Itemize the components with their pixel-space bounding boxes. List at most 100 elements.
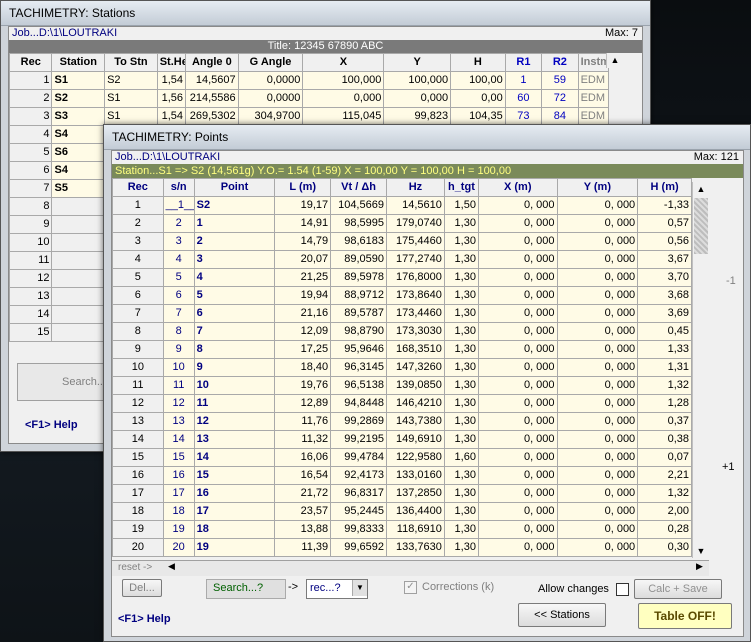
point-point[interactable]: 9 (193, 358, 276, 377)
point-x[interactable]: 0, 000 (477, 304, 558, 323)
station-h[interactable]: 100,00 (450, 71, 506, 90)
point-h[interactable]: 0,56 (637, 232, 692, 251)
table-row[interactable]: 10 10 9 18,40 96,3145 147,3260 1,30 0, 000 0, 00… (112, 358, 692, 377)
point-hz[interactable]: 173,8640 (385, 286, 445, 305)
point-h[interactable]: 1,28 (637, 394, 692, 413)
corrections-checkbox[interactable]: ✓ (404, 581, 417, 594)
point-l[interactable]: 14,91 (274, 214, 332, 233)
point-point[interactable]: 14 (193, 448, 276, 467)
side-minus-one[interactable]: -1 (726, 275, 736, 287)
table-row[interactable]: 6 6 5 19,94 88,9712 173,8640 1,30 0, 000 0, 000 3… (112, 286, 692, 305)
point-h[interactable]: -1,33 (637, 196, 692, 215)
point-hz[interactable]: 14,5610 (385, 196, 445, 215)
station-r1[interactable]: 1 (504, 71, 543, 90)
station-station[interactable]: S1 (51, 71, 106, 90)
point-y[interactable]: 0, 000 (556, 268, 639, 287)
point-l[interactable]: 21,25 (274, 268, 332, 287)
point-vt[interactable]: 89,5787 (330, 304, 387, 323)
point-point[interactable]: 18 (193, 520, 276, 539)
point-htgt[interactable]: 1,30 (443, 430, 479, 449)
table-row[interactable]: 1 __1__ S2 19,17 104,5669 14,5610 1,50 0, 000 0,… (112, 196, 692, 215)
station-st_he[interactable]: 1,56 (156, 89, 187, 108)
point-htgt[interactable]: 1,30 (443, 232, 479, 251)
point-sn[interactable]: 7 (162, 304, 195, 323)
point-l[interactable]: 12,09 (274, 322, 332, 341)
station-to_stn[interactable]: S2 (104, 71, 158, 90)
point-htgt[interactable]: 1,30 (443, 466, 479, 485)
station-station[interactable]: S5 (51, 179, 106, 198)
point-h[interactable]: 1,32 (637, 484, 692, 503)
point-vt[interactable]: 98,5995 (330, 214, 387, 233)
station-r2[interactable]: 72 (541, 89, 579, 108)
point-hz[interactable]: 118,6910 (385, 520, 445, 539)
station-angle0[interactable]: 269,5302 (185, 107, 239, 126)
station-station[interactable] (51, 215, 106, 234)
station-instm[interactable]: EDM (577, 71, 610, 90)
point-h[interactable]: 2,21 (637, 466, 692, 485)
point-l[interactable]: 19,17 (274, 196, 332, 215)
side-plus-one[interactable]: +1 (722, 461, 735, 473)
point-h[interactable]: 1,33 (637, 340, 692, 359)
point-point[interactable]: 2 (193, 232, 276, 251)
point-l[interactable]: 11,39 (274, 538, 332, 557)
point-y[interactable]: 0, 000 (556, 286, 639, 305)
point-htgt[interactable]: 1,30 (443, 214, 479, 233)
point-hz[interactable]: 179,0740 (385, 214, 445, 233)
point-vt[interactable]: 99,2869 (330, 412, 387, 431)
point-htgt[interactable]: 1,30 (443, 358, 479, 377)
table-row[interactable]: 1 S1 S2 1,54 14,5607 0,0000 100,000 100,000 100,… (8, 71, 610, 90)
point-sn[interactable]: 4 (162, 250, 195, 269)
point-h[interactable]: 0,07 (637, 448, 692, 467)
point-x[interactable]: 0, 000 (477, 214, 558, 233)
point-l[interactable]: 19,94 (274, 286, 332, 305)
point-y[interactable]: 0, 000 (556, 466, 639, 485)
table-row[interactable]: 7 7 6 21,16 89,5787 173,4460 1,30 0, 000 0, 000 3… (112, 304, 692, 323)
point-x[interactable]: 0, 000 (477, 286, 558, 305)
scroll-up-icon[interactable]: ▲ (607, 53, 623, 67)
point-point[interactable]: 10 (193, 376, 276, 395)
point-x[interactable]: 0, 000 (477, 340, 558, 359)
point-y[interactable]: 0, 000 (556, 538, 639, 557)
station-station[interactable]: S3 (51, 107, 106, 126)
point-vt[interactable]: 99,4784 (330, 448, 387, 467)
point-x[interactable]: 0, 000 (477, 466, 558, 485)
point-l[interactable]: 16,06 (274, 448, 332, 467)
scroll-left-icon[interactable]: ◀ (168, 561, 175, 572)
point-vt[interactable]: 95,2445 (330, 502, 387, 521)
point-vt[interactable]: 88,9712 (330, 286, 387, 305)
table-row[interactable]: 9 9 8 17,25 95,9646 168,3510 1,30 0, 000 0, 000 1… (112, 340, 692, 359)
point-x[interactable]: 0, 000 (477, 376, 558, 395)
table-row[interactable]: 14 14 13 11,32 99,2195 149,6910 1,30 0, 000 0, 0… (112, 430, 692, 449)
point-l[interactable]: 14,79 (274, 232, 332, 251)
point-l[interactable]: 21,72 (274, 484, 332, 503)
station-x[interactable]: 100,000 (302, 71, 385, 90)
point-y[interactable]: 0, 000 (556, 232, 639, 251)
point-h[interactable]: 0,57 (637, 214, 692, 233)
table-row[interactable]: 17 17 16 21,72 96,8317 137,2850 1,30 0, 000 0, 0… (112, 484, 692, 503)
station-instm[interactable]: EDM (577, 89, 610, 108)
point-h[interactable]: 1,32 (637, 376, 692, 395)
point-sn[interactable]: 6 (162, 286, 195, 305)
point-htgt[interactable]: 1,30 (443, 484, 479, 503)
rec-select[interactable]: rec...? ▼ (306, 579, 368, 599)
point-x[interactable]: 0, 000 (477, 322, 558, 341)
point-hz[interactable]: 177,2740 (385, 250, 445, 269)
station-r1[interactable]: 73 (504, 107, 543, 126)
point-point[interactable]: 8 (193, 340, 276, 359)
point-vt[interactable]: 96,3145 (330, 358, 387, 377)
point-y[interactable]: 0, 000 (556, 340, 639, 359)
station-angle0[interactable]: 14,5607 (185, 71, 239, 90)
point-x[interactable]: 0, 000 (477, 538, 558, 557)
station-r2[interactable]: 84 (541, 107, 579, 126)
station-station[interactable] (51, 287, 106, 306)
point-hz[interactable]: 133,7630 (385, 538, 445, 557)
point-x[interactable]: 0, 000 (477, 196, 558, 215)
point-vt[interactable]: 89,0590 (330, 250, 387, 269)
table-row[interactable]: 8 8 7 12,09 98,8790 173,3030 1,30 0, 000 0, 000 0… (112, 322, 692, 341)
point-h[interactable]: 0,45 (637, 322, 692, 341)
point-sn[interactable]: 10 (162, 358, 195, 377)
table-row[interactable]: 4 4 3 20,07 89,0590 177,2740 1,30 0, 000 0, 000 3… (112, 250, 692, 269)
point-sn[interactable]: 3 (162, 232, 195, 251)
point-vt[interactable]: 96,8317 (330, 484, 387, 503)
point-l[interactable]: 16,54 (274, 466, 332, 485)
